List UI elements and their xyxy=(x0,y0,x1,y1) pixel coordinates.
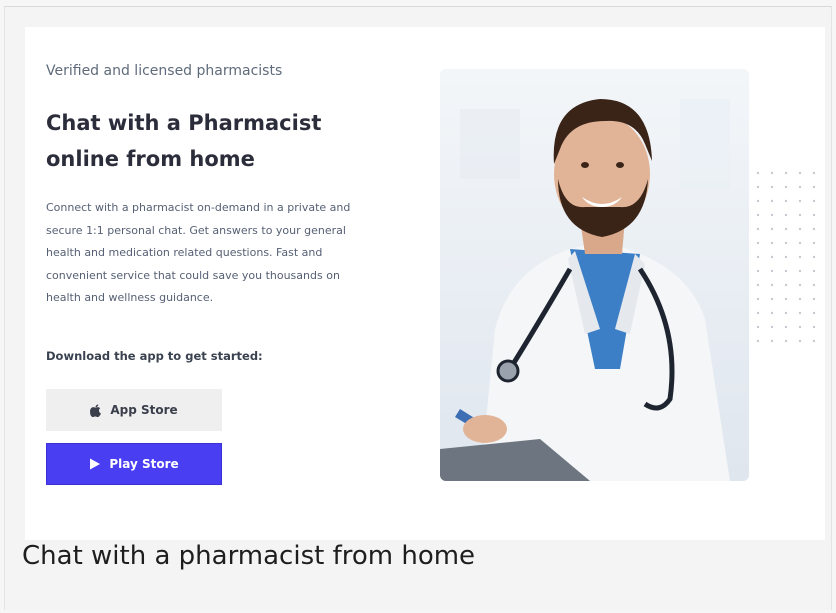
page-title: Chat with a Pharmacist online from home xyxy=(46,105,366,177)
title-line-2: online from home xyxy=(46,147,255,171)
app-store-label: App Store xyxy=(110,403,178,417)
play-store-label: Play Store xyxy=(109,457,179,471)
title-line-1: Chat with a Pharmacist xyxy=(46,111,322,135)
eyebrow-text: Verified and licensed pharmacists xyxy=(46,63,283,79)
download-heading: Download the app to get started: xyxy=(46,349,263,363)
play-store-button[interactable]: Play Store xyxy=(46,443,222,485)
pharmacist-photo xyxy=(440,69,749,481)
image-caption: Chat with a pharmacist from home xyxy=(22,541,476,571)
description-text: Connect with a pharmacist on-demand in a… xyxy=(46,201,351,304)
app-store-button[interactable]: App Store xyxy=(46,389,222,431)
play-icon xyxy=(89,458,101,470)
apple-icon xyxy=(90,403,102,417)
